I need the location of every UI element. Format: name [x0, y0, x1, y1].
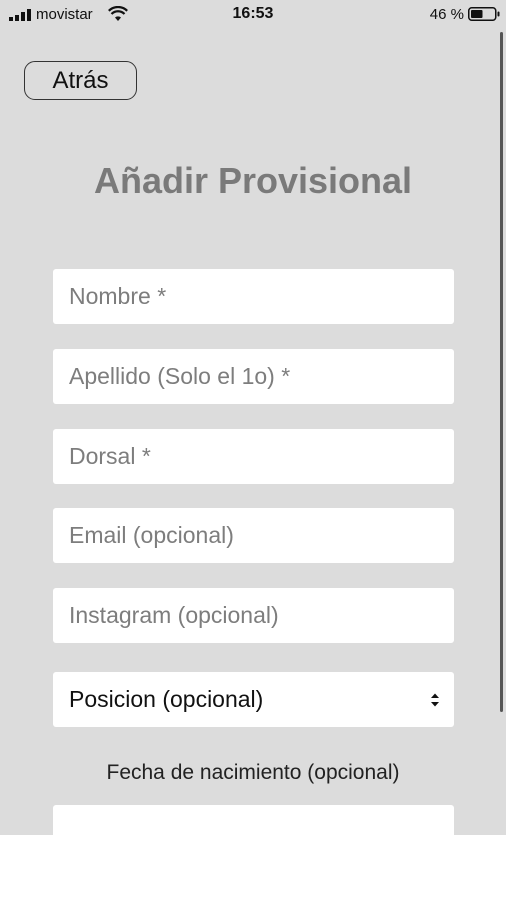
screen: movistar 16:53 46 % Atrás Añadir Provisi… — [0, 0, 506, 900]
posicion-select[interactable]: Posicion (opcional) — [53, 672, 454, 727]
back-button[interactable]: Atrás — [24, 61, 137, 100]
status-bar: movistar 16:53 46 % — [0, 0, 506, 28]
bottom-area — [0, 835, 506, 900]
battery-percentage: 46 % — [429, 6, 464, 23]
email-input[interactable] — [53, 508, 454, 563]
app-area: movistar 16:53 46 % Atrás Añadir Provisi… — [0, 0, 506, 835]
dorsal-input[interactable] — [53, 429, 454, 484]
instagram-input[interactable] — [53, 588, 454, 643]
fecha-nacimiento-input[interactable] — [53, 805, 454, 835]
up-down-arrows-icon — [431, 693, 439, 707]
scroll-indicator — [500, 32, 503, 712]
battery-icon — [468, 7, 500, 21]
posicion-select-value: Posicion (opcional) — [69, 686, 264, 712]
apellido-input[interactable] — [53, 349, 454, 404]
fecha-nacimiento-label: Fecha de nacimiento (opcional) — [106, 761, 400, 784]
nombre-input[interactable] — [53, 269, 454, 324]
page-title: Añadir Provisional — [93, 160, 413, 201]
